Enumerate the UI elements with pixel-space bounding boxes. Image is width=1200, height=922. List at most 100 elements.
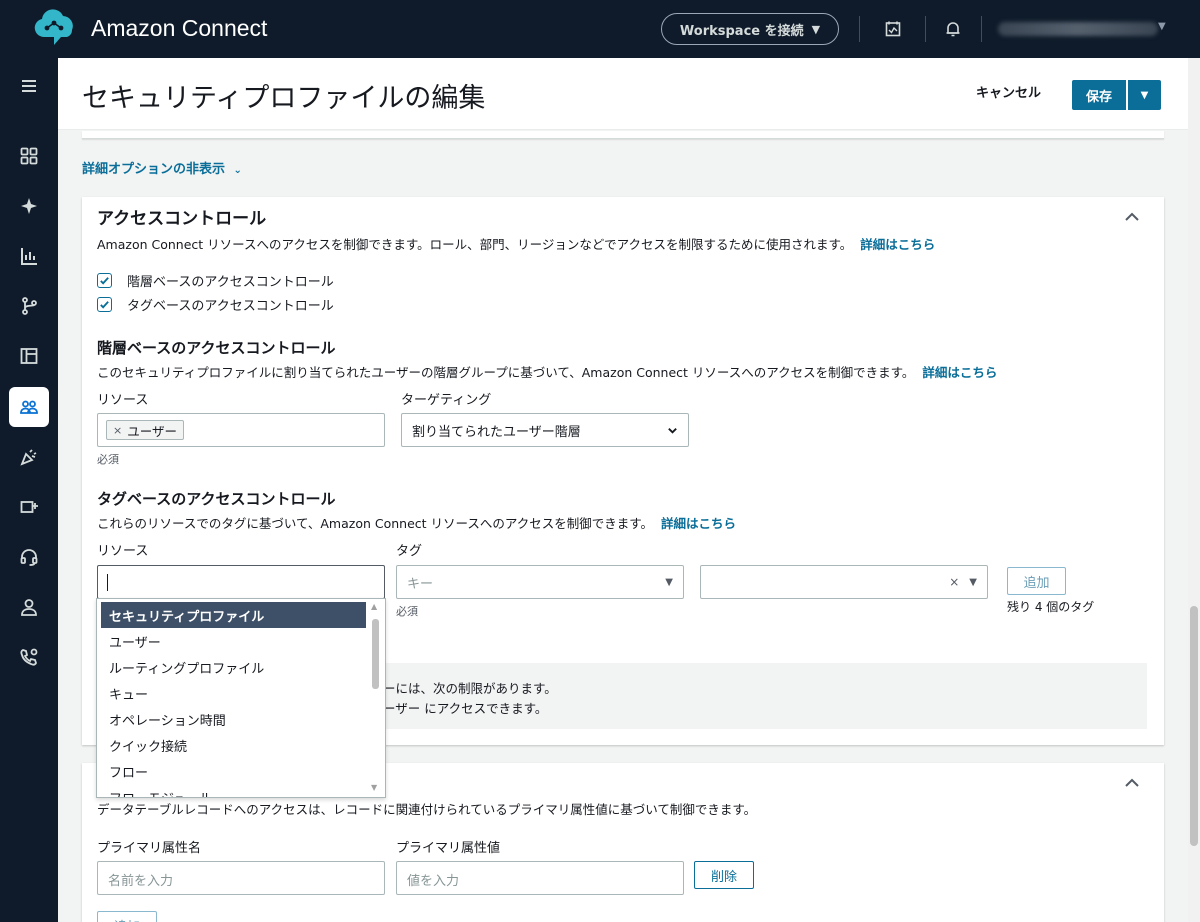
access-control-description: Amazon Connect リソースへのアクセスを制御できます。ロール、部門、… xyxy=(97,237,936,252)
clear-icon[interactable]: × xyxy=(949,575,959,589)
checkbox-label: タグベースのアクセスコントロール xyxy=(127,299,334,314)
phone-settings-icon[interactable] xyxy=(9,637,49,677)
amazon-connect-logo xyxy=(34,9,73,45)
layout-icon[interactable] xyxy=(9,336,49,376)
app-title: Amazon Connect xyxy=(91,15,268,41)
channels-icon[interactable] xyxy=(9,487,49,527)
tag-access-checkbox[interactable] xyxy=(97,297,112,312)
dropdown-option[interactable]: クイック接続 xyxy=(101,732,366,758)
dropdown-option[interactable]: セキュリティプロファイル xyxy=(101,602,366,628)
chevron-down-icon: ⌄ xyxy=(233,165,242,176)
scrollbar-thumb[interactable] xyxy=(1190,606,1198,846)
campaign-icon[interactable] xyxy=(9,437,49,477)
caret-down-icon: ▼ xyxy=(665,576,673,588)
tag-section-description: これらのリソースでのタグに基づいて、Amazon Connect リソースへのア… xyxy=(97,516,737,531)
hierarchy-access-checkbox[interactable] xyxy=(97,273,112,288)
dropdown-option[interactable]: フローモジュール xyxy=(101,784,366,798)
hide-advanced-options-label: 詳細オプションの非表示 xyxy=(82,162,226,177)
save-options-dropdown[interactable]: ▼ xyxy=(1128,80,1161,110)
targeting-select[interactable]: 割り当てられたユーザー階層 xyxy=(401,413,689,447)
remove-chip-icon[interactable]: × xyxy=(113,424,122,437)
menu-icon[interactable] xyxy=(9,66,49,106)
page-header: セキュリティプロファイルの編集 キャンセル 保存 ▼ xyxy=(58,58,1188,130)
hierarchy-resource-multiselect[interactable]: × ユーザー xyxy=(97,413,385,447)
chevron-down-icon[interactable]: ▼ xyxy=(1158,21,1166,32)
page-scrollbar[interactable] xyxy=(1188,58,1200,922)
tag-key-select[interactable]: キー ▼ xyxy=(396,565,684,599)
dropdown-scrollbar[interactable]: ▲ ▼ xyxy=(369,599,385,797)
tag-access-checkbox-row[interactable]: タグベースのアクセスコントロール xyxy=(97,295,334,314)
tag-value-select[interactable]: × ▼ xyxy=(700,565,988,599)
check-icon xyxy=(100,301,109,309)
workspace-connect-label: Workspace を接続 xyxy=(679,23,804,39)
primary-attribute-name-label: プライマリ属性名 xyxy=(97,841,202,856)
chevron-up-icon[interactable] xyxy=(1122,207,1142,227)
add-tag-button[interactable]: 追加 xyxy=(1007,567,1066,595)
required-hint: 必須 xyxy=(396,605,418,618)
caret-down-icon: ▼ xyxy=(969,576,977,588)
datatable-description: データテーブルレコードへのアクセスは、レコードに関連付けられているプライマリ属性… xyxy=(97,802,757,817)
delete-attribute-button[interactable]: 削除 xyxy=(694,861,754,889)
tag-label: タグ xyxy=(396,544,423,559)
hierarchy-access-checkbox-row[interactable]: 階層ベースのアクセスコントロール xyxy=(97,271,334,290)
scroll-up-icon[interactable]: ▲ xyxy=(371,602,377,611)
workspace-connect-button[interactable]: Workspace を接続 ▼ xyxy=(661,13,839,45)
tag-section-title: タグベースのアクセスコントロール xyxy=(97,490,336,508)
calendar-icon[interactable] xyxy=(884,20,902,38)
scroll-down-icon[interactable]: ▼ xyxy=(371,783,377,792)
targeting-label: ターゲティング xyxy=(401,393,492,408)
learn-more-link[interactable]: 詳細はこちら xyxy=(922,365,997,380)
dropdown-option[interactable]: オペレーション時間 xyxy=(101,706,366,732)
checkbox-label: 階層ベースのアクセスコントロール xyxy=(127,275,334,290)
main-content: 詳細オプションの非表示 ⌄ アクセスコントロール Amazon Connect … xyxy=(58,131,1188,922)
chevron-down-icon xyxy=(668,427,677,434)
hierarchy-section-description: このセキュリティプロファイルに割り当てられたユーザーの階層グループに基づいて、A… xyxy=(97,365,998,380)
dropdown-option[interactable]: フロー xyxy=(101,758,366,784)
access-control-title: アクセスコントロール xyxy=(97,209,267,229)
cancel-button[interactable]: キャンセル xyxy=(976,82,1041,101)
primary-attribute-value-label: プライマリ属性値 xyxy=(396,841,501,856)
divider xyxy=(859,16,860,42)
required-hint: 必須 xyxy=(97,453,119,466)
hide-advanced-options-link[interactable]: 詳細オプションの非表示 ⌄ xyxy=(82,158,242,177)
user-menu[interactable] xyxy=(998,22,1158,36)
resource-label: リソース xyxy=(97,544,149,559)
caret-down-icon: ▼ xyxy=(811,22,821,36)
page-title: セキュリティプロファイルの編集 xyxy=(82,83,486,114)
customer-profile-icon[interactable] xyxy=(9,587,49,627)
sidebar xyxy=(0,58,58,922)
info-text-line: ーには、次の制限があります。 xyxy=(383,681,557,696)
dropdown-option[interactable]: ルーティングプロファイル xyxy=(101,654,366,680)
remaining-tags-text: 残り 4 個のタグ xyxy=(1007,600,1095,614)
previous-card-edge xyxy=(82,131,1164,139)
headset-icon[interactable] xyxy=(9,537,49,577)
analytics-icon[interactable] xyxy=(9,236,49,276)
dashboard-icon[interactable] xyxy=(9,136,49,176)
users-icon[interactable] xyxy=(9,387,49,427)
divider xyxy=(925,16,926,42)
info-text-line: ーザー にアクセスできます。 xyxy=(383,701,548,716)
primary-attribute-value-input[interactable]: 値を入力 xyxy=(396,861,684,895)
primary-attribute-name-input[interactable]: 名前を入力 xyxy=(97,861,385,895)
save-button[interactable]: 保存 xyxy=(1072,80,1126,110)
caret-down-icon: ▼ xyxy=(1140,89,1149,101)
check-icon xyxy=(100,277,109,285)
divider xyxy=(981,16,982,42)
hierarchy-section-title: 階層ベースのアクセスコントロール xyxy=(97,339,336,357)
top-navigation-bar: Amazon Connect Workspace を接続 ▼ ▼ xyxy=(0,0,1200,58)
resource-label: リソース xyxy=(97,393,149,408)
learn-more-link[interactable]: 詳細はこちら xyxy=(661,516,736,531)
chevron-up-icon[interactable] xyxy=(1122,773,1142,793)
learn-more-link[interactable]: 詳細はこちら xyxy=(860,237,935,252)
scrollbar-thumb[interactable] xyxy=(372,619,379,689)
resource-options-dropdown: セキュリティプロファイル ユーザー ルーティングプロファイル キュー オペレーシ… xyxy=(96,598,386,798)
dropdown-option[interactable]: ユーザー xyxy=(101,628,366,654)
add-attribute-button[interactable]: 追加 xyxy=(97,911,157,922)
text-cursor xyxy=(107,574,108,591)
tag-resource-input[interactable] xyxy=(97,565,385,599)
dropdown-option[interactable]: キュー xyxy=(101,680,366,706)
resource-chip: × ユーザー xyxy=(106,420,184,440)
routing-icon[interactable] xyxy=(9,286,49,326)
notification-bell-icon[interactable] xyxy=(944,20,962,38)
sparkle-icon[interactable] xyxy=(9,186,49,226)
